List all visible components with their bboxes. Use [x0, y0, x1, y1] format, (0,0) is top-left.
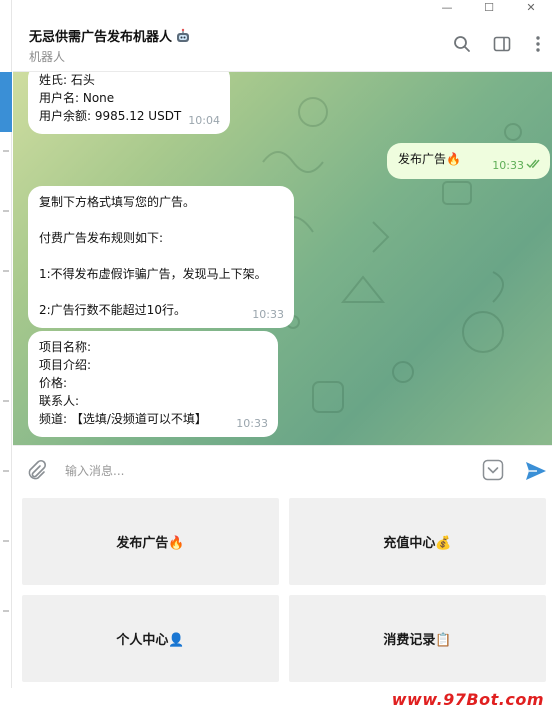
message-time: 10:33: [236, 417, 268, 430]
search-icon[interactable]: [452, 34, 472, 54]
chat-title-text: 无忌供需广告发布机器人: [29, 30, 173, 45]
message-line: 1:不得发布虚假诈骗广告，发现马上下架。: [39, 267, 267, 281]
list-divider: [3, 540, 9, 542]
paperclip-icon[interactable]: [25, 459, 47, 481]
keyboard-button-spending-records[interactable]: 消费记录📋: [289, 595, 546, 682]
list-divider: [3, 150, 9, 152]
active-chat-indicator[interactable]: [0, 72, 12, 132]
chat-title[interactable]: 无忌供需广告发布机器人: [29, 26, 191, 45]
keyboard-button-profile[interactable]: 个人中心👤: [22, 595, 279, 682]
maximize-button[interactable]: ☐: [468, 0, 510, 14]
send-icon[interactable]: [524, 459, 548, 483]
message-composer: 输入消息...: [13, 445, 552, 495]
message-line: [39, 247, 283, 265]
list-divider: [3, 210, 9, 212]
message-line: 复制下方格式填写您的广告。: [39, 195, 196, 209]
message-line: 价格:: [39, 376, 68, 390]
message-line: 频道: 【选填/没频道可以不填】: [39, 412, 207, 426]
close-button[interactable]: ✕: [510, 0, 552, 14]
message-line: 项目介绍:: [39, 358, 92, 372]
message-line: 付费广告发布规则如下:: [39, 231, 164, 245]
message-line: [39, 211, 283, 229]
message-bubble-incoming[interactable]: 复制下方格式填写您的广告。 付费广告发布规则如下: 1:不得发布虚假诈骗广告，发…: [28, 186, 294, 328]
message-line: 联系人:: [39, 394, 80, 408]
bot-keyboard-icon[interactable]: [482, 459, 504, 481]
footer: www.97Bot.com: [0, 688, 552, 714]
message-line: 2:广告行数不能超过10行。: [39, 303, 186, 317]
chat-subtitle: 机器人: [29, 50, 66, 64]
chat-history[interactable]: 姓氏: 石头 用户名: None 用户余额: 9985.12 USDT 10:0…: [13, 72, 552, 445]
list-divider: [3, 400, 9, 402]
robot-icon: [175, 28, 191, 44]
message-bubble-incoming[interactable]: 项目名称: 项目介绍: 价格: 联系人: 频道: 【选填/没频道可以不填】 10…: [28, 331, 278, 437]
message-line: 姓氏: 石头: [39, 73, 95, 87]
chat-header: 无忌供需广告发布机器人 机器人: [13, 14, 552, 72]
message-bubble-outgoing[interactable]: 发布广告🔥 10:33: [387, 143, 550, 179]
keyboard-button-recharge[interactable]: 充值中心💰: [289, 498, 546, 585]
list-divider: [3, 610, 9, 612]
message-input[interactable]: 输入消息...: [65, 462, 124, 479]
message-line: 项目名称:: [39, 340, 92, 354]
keyboard-button-publish-ad[interactable]: 发布广告🔥: [22, 498, 279, 585]
more-vert-icon[interactable]: [528, 34, 548, 54]
message-time: 10:33: [252, 308, 284, 321]
bot-reply-keyboard: 发布广告🔥 充值中心💰 个人中心👤 消费记录📋: [13, 495, 552, 688]
double-check-icon: [526, 156, 542, 174]
watermark: www.97Bot.com: [391, 690, 544, 709]
message-line: [39, 283, 283, 301]
list-divider: [3, 270, 9, 272]
message-time: 10:04: [188, 114, 220, 127]
sidebar-toggle-icon[interactable]: [492, 34, 512, 54]
list-divider: [3, 470, 9, 472]
message-time: 10:33: [492, 159, 524, 172]
message-line: 用户名: None: [39, 91, 115, 105]
minimize-button[interactable]: —: [426, 0, 468, 14]
message-bubble-incoming[interactable]: 姓氏: 石头 用户名: None 用户余额: 9985.12 USDT 10:0…: [28, 72, 230, 134]
chat-list-edge: [0, 0, 12, 688]
window-controls: — ☐ ✕: [426, 0, 552, 14]
